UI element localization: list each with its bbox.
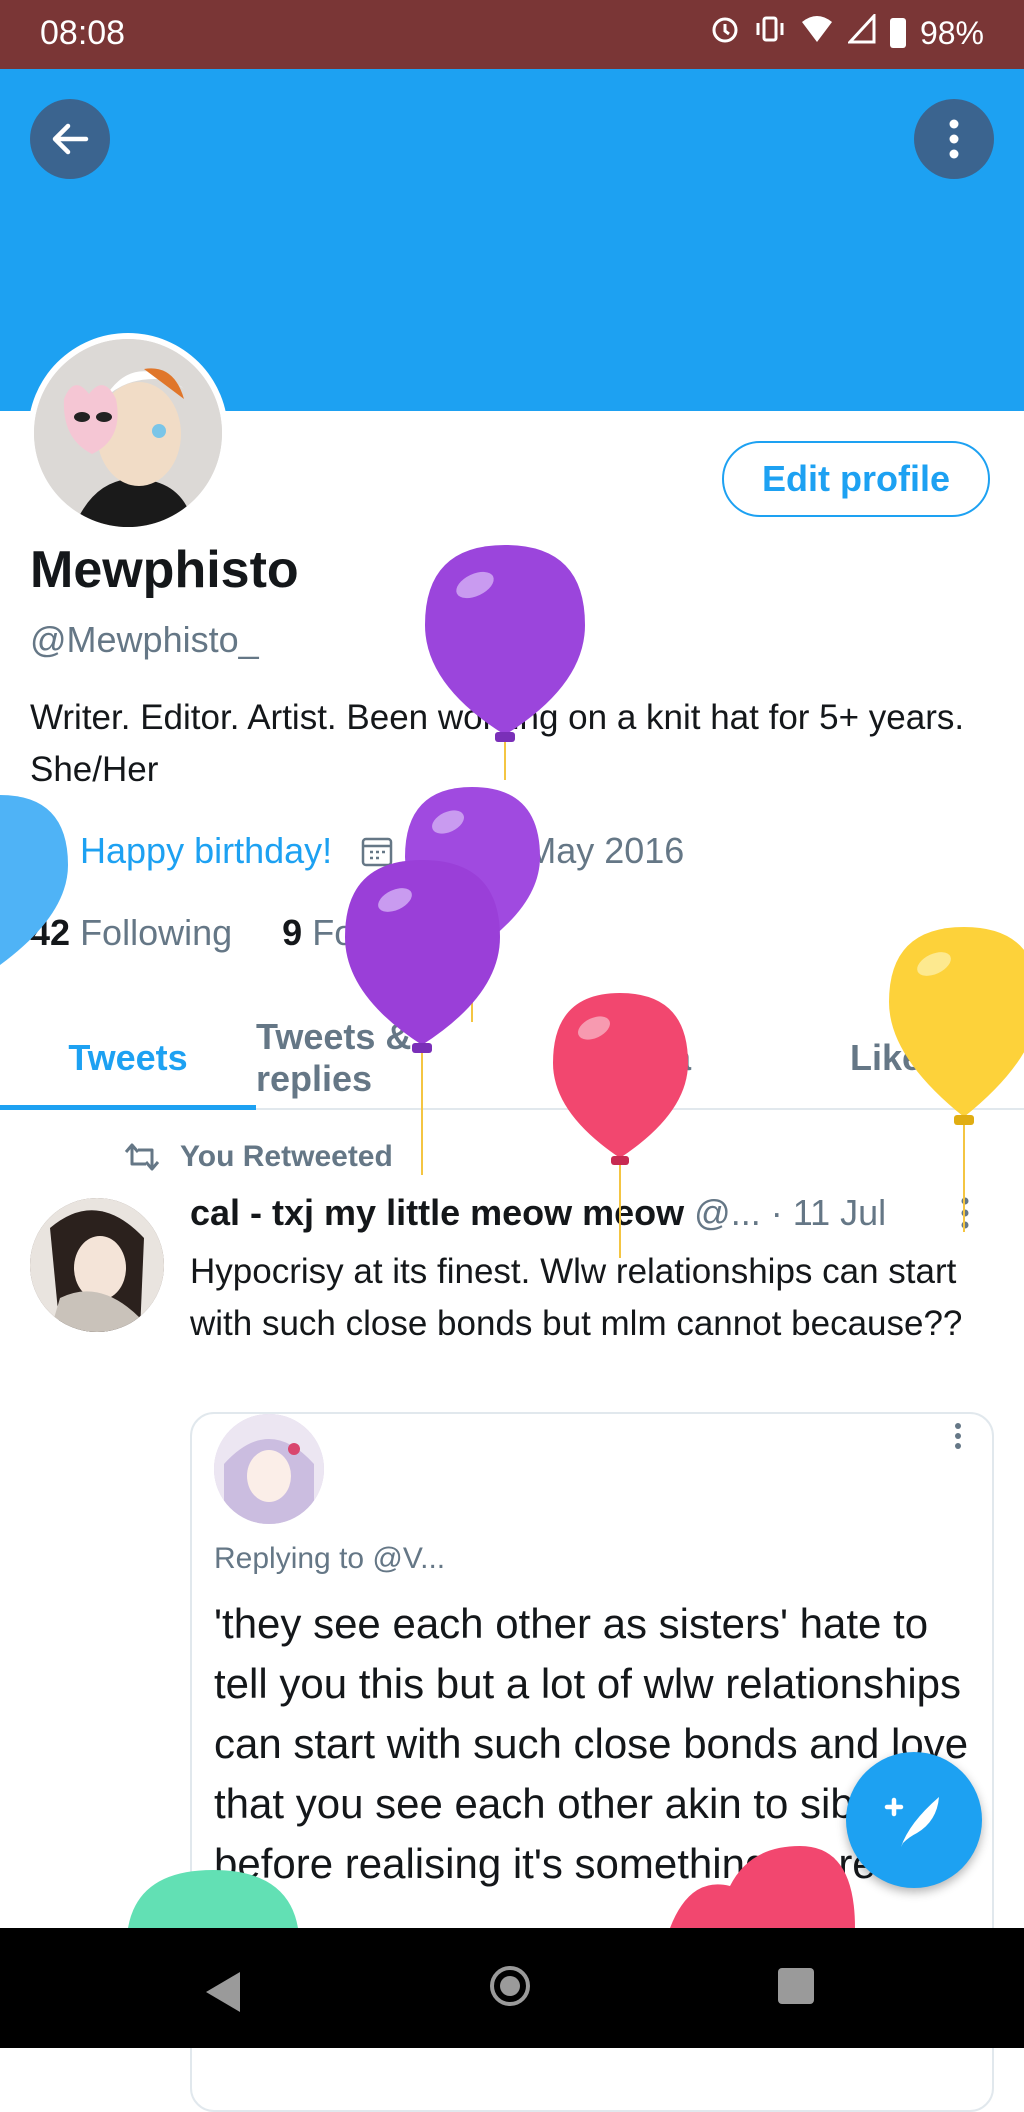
status-bar: 08:08 98%	[0, 0, 1024, 69]
birthday-link[interactable]: Happy birthday!	[80, 830, 332, 872]
tweet-author-avatar[interactable]	[30, 1198, 164, 1332]
compose-tweet-icon	[884, 1797, 939, 1847]
profile-handle: @Mewphisto_	[30, 619, 259, 660]
more-options-button[interactable]	[914, 99, 994, 179]
compose-tweet-button[interactable]	[846, 1752, 982, 1888]
more-vertical-icon	[949, 119, 959, 159]
profile-tabs: Tweets Tweets & replies Media Likes	[0, 1008, 1024, 1110]
battery-icon	[889, 18, 906, 48]
edit-profile-button[interactable]: Edit profile	[722, 441, 990, 517]
vibrate-icon	[754, 14, 786, 52]
tweet-author-handle: @...	[694, 1192, 761, 1233]
profile-avatar-frame[interactable]	[28, 333, 228, 533]
wifi-icon	[800, 14, 834, 52]
nav-home-button[interactable]	[490, 1966, 530, 2006]
nav-back-button[interactable]	[206, 1972, 240, 2012]
tweet-date: · 11 Jul	[770, 1192, 887, 1233]
signal-icon	[846, 12, 876, 52]
back-button[interactable]	[30, 99, 110, 179]
followers-count: 9	[282, 912, 303, 953]
more-vertical-icon	[955, 1423, 961, 1449]
quoted-avatar	[214, 1414, 324, 1524]
quoted-replying-to: Replying to @V...	[214, 1542, 446, 1575]
balloon-icon	[889, 927, 1024, 1232]
following-label: Following	[80, 912, 233, 953]
balloon-icon	[128, 1870, 298, 1928]
system-nav-bar	[0, 1928, 1024, 2048]
profile-name: Mewphisto	[30, 541, 299, 599]
tab-tweets[interactable]: Tweets	[0, 1008, 256, 1110]
avatar	[34, 339, 222, 527]
alarm-icon	[710, 14, 740, 52]
battery-percent: 98%	[919, 14, 984, 51]
status-time: 08:08	[40, 14, 126, 52]
quoted-menu-button[interactable]	[954, 1422, 962, 1458]
back-arrow-icon	[52, 123, 89, 155]
balloon-icon	[425, 545, 585, 780]
status-icons: 98%	[710, 12, 984, 52]
retweet-icon	[124, 1143, 160, 1171]
balloon-icon	[553, 993, 688, 1258]
nav-recents-button[interactable]	[778, 1968, 814, 2004]
balloon-icon	[0, 795, 68, 965]
tweet-text: Hypocrisy at its finest. Wlw relationshi…	[190, 1252, 963, 1343]
balloon-icon	[670, 1846, 855, 1928]
balloon-icon	[345, 860, 500, 1175]
